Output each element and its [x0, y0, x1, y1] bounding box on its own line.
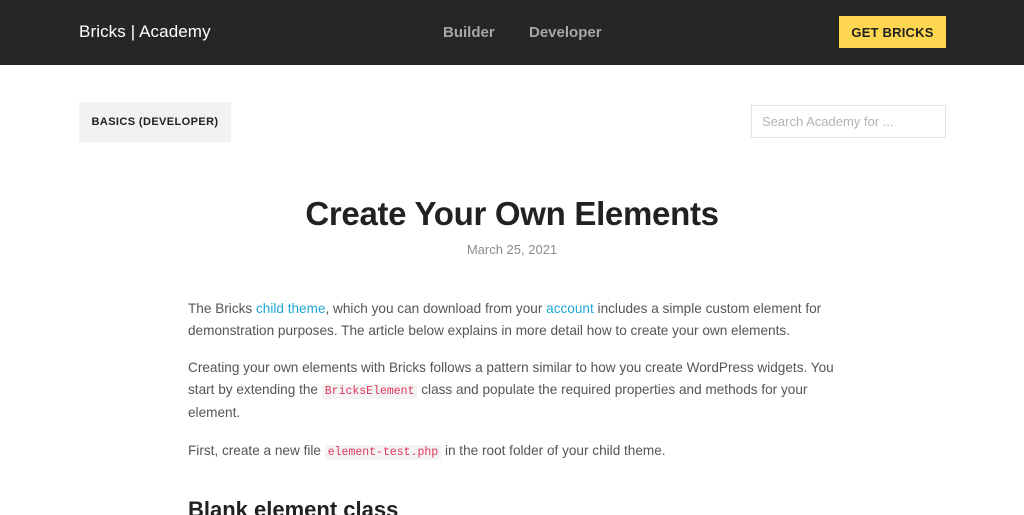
- page-title: Create Your Own Elements: [305, 195, 719, 232]
- get-bricks-button[interactable]: GET BRICKS: [839, 16, 946, 48]
- paragraph-pattern: Creating your own elements with Bricks f…: [188, 360, 834, 420]
- code-brickselement: BricksElement: [321, 383, 418, 399]
- search-input[interactable]: [751, 105, 946, 138]
- nav-developer[interactable]: Developer: [529, 24, 602, 41]
- site-logo[interactable]: Bricks | Academy: [79, 22, 211, 42]
- account-link[interactable]: account: [546, 301, 594, 316]
- code-filename: element-test.php: [324, 444, 442, 460]
- article-body: The Bricks child theme, which you can do…: [188, 298, 848, 479]
- paragraph-first-step: First, create a new file element-test.ph…: [188, 442, 666, 460]
- publish-date: March 25, 2021: [466, 242, 558, 257]
- child-theme-link[interactable]: child theme: [256, 301, 326, 316]
- section-heading: Blank element class: [188, 497, 399, 515]
- category-badge[interactable]: BASICS (DEVELOPER): [79, 102, 231, 142]
- top-bar: Bricks | Academy Builder Developer GET B…: [0, 0, 1024, 65]
- paragraph-intro: The Bricks child theme, which you can do…: [188, 301, 822, 338]
- nav-builder[interactable]: Builder: [443, 24, 495, 41]
